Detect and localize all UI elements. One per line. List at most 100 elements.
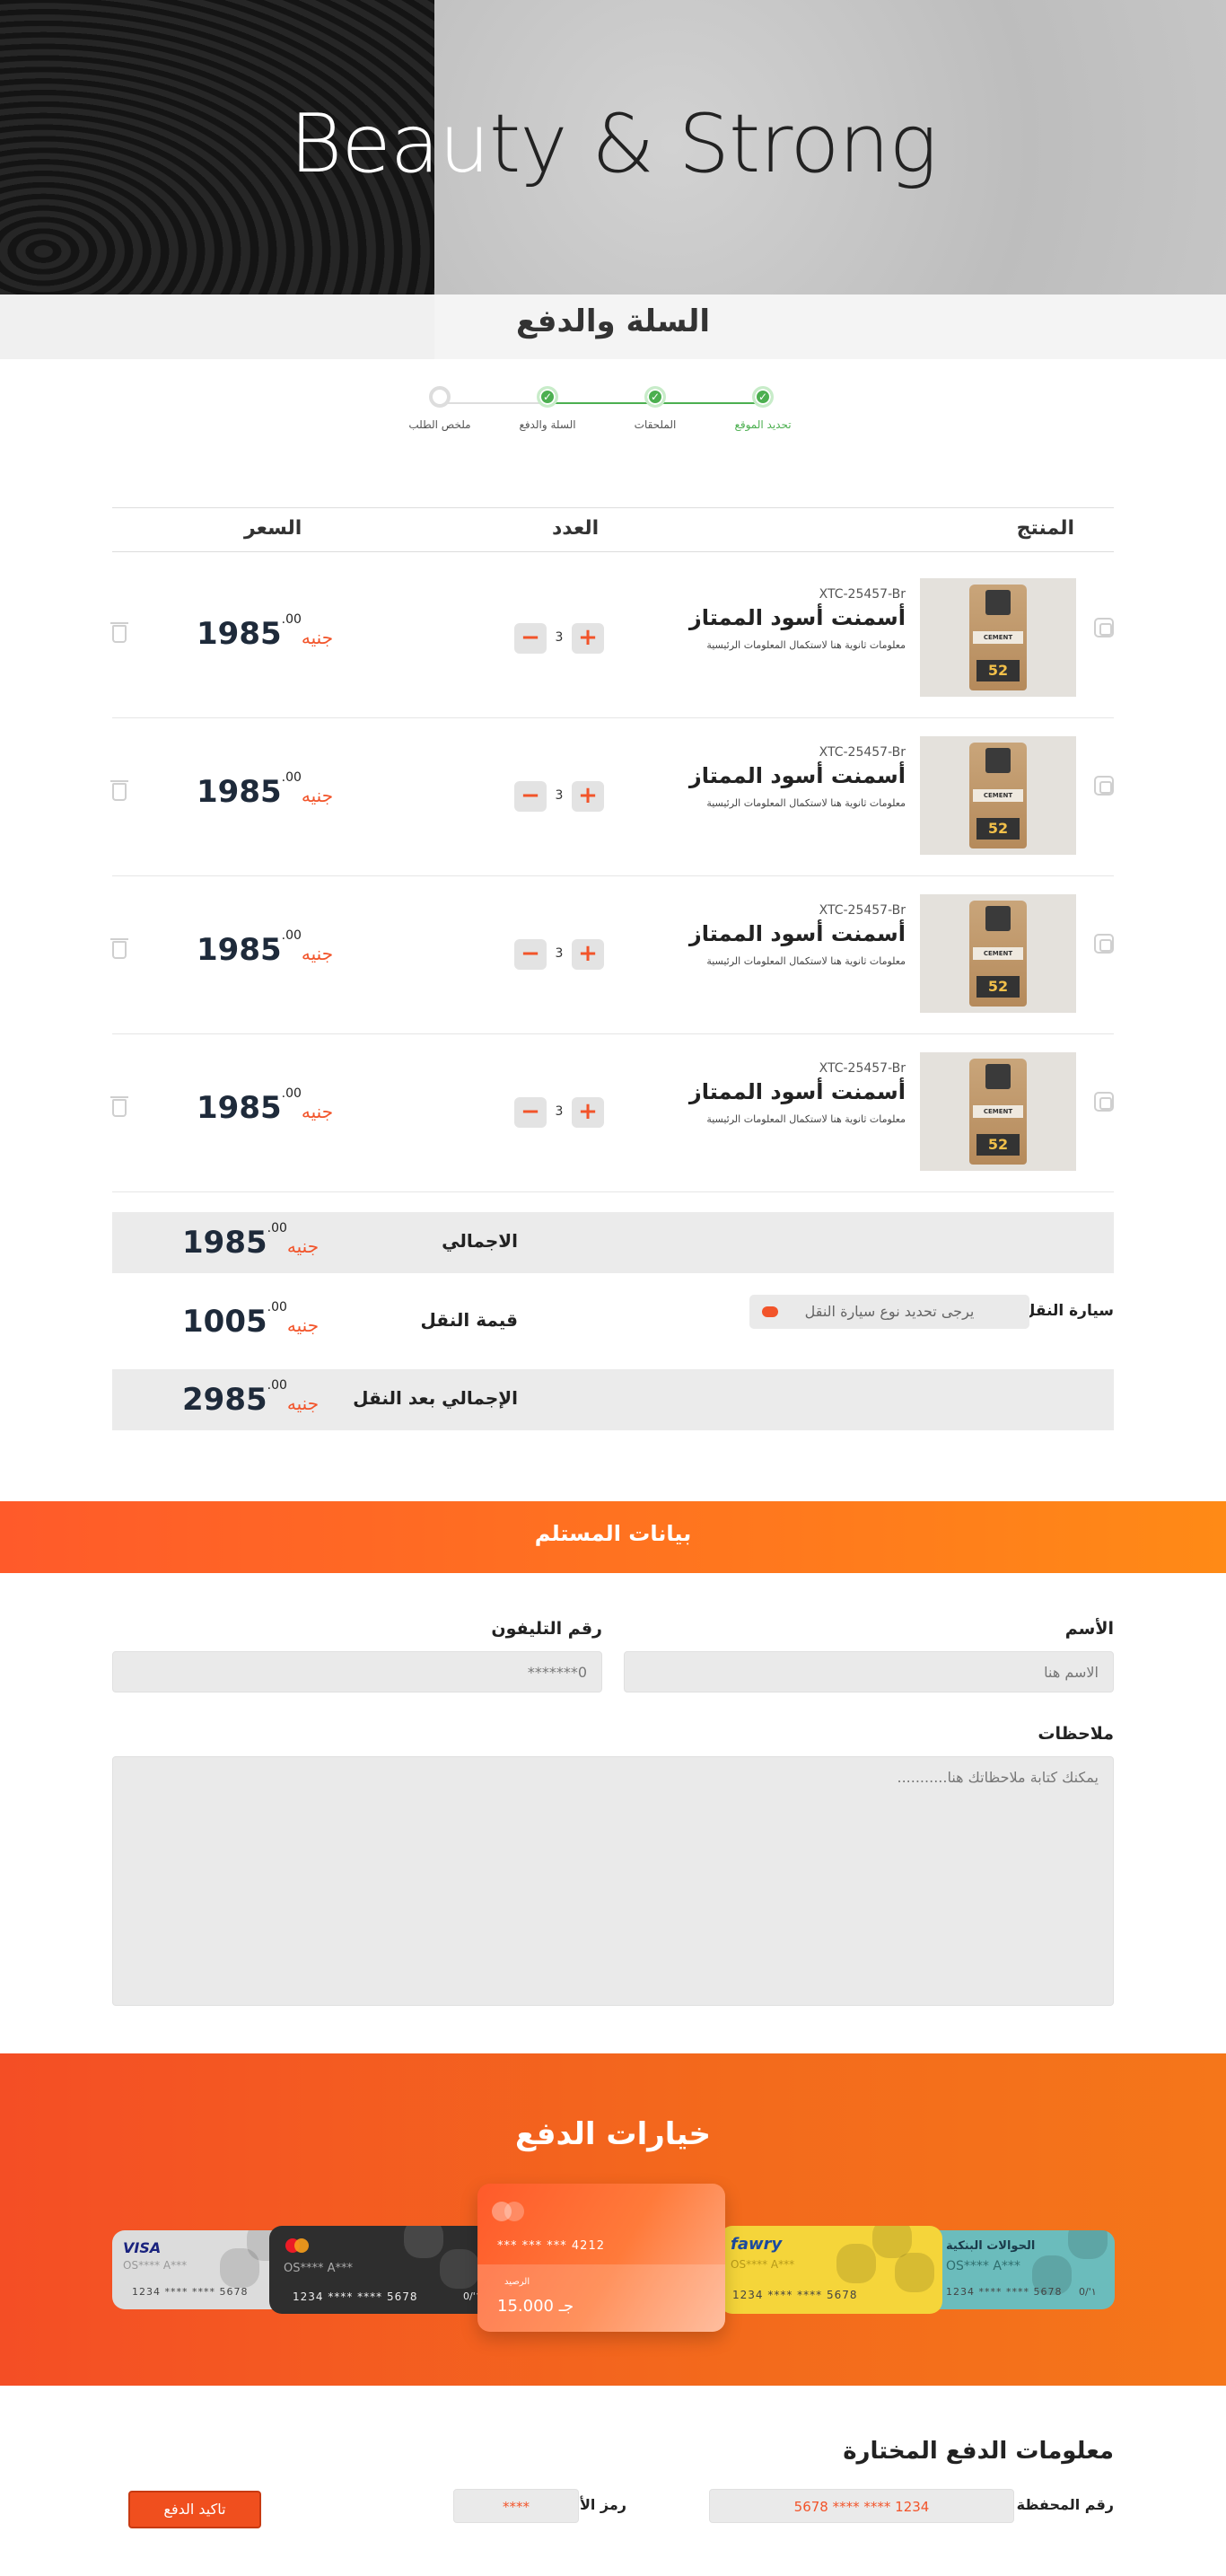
cement-bag-icon: CEMENT 52	[969, 901, 1027, 1007]
vehicle-label: سيارة النقل	[1021, 1302, 1114, 1320]
product-image: CEMENT 52	[920, 1052, 1076, 1171]
product-desc: معلومات ثانوية هنا لاستكمال المعلومات ال…	[706, 797, 906, 809]
cart-row: CEMENT 52 XTC-25457-Br أسمنت أسود الممتاز…	[110, 1034, 1114, 1192]
product-sku: XTC-25457-Br	[819, 745, 906, 760]
quantity-value: 3	[555, 788, 564, 803]
trash-icon[interactable]	[110, 938, 128, 959]
cart-row: CEMENT 52 XTC-25457-Br أسمنت أسود الممتاز…	[110, 718, 1114, 876]
row-checkbox[interactable]	[1094, 776, 1114, 796]
header-product: المنتج	[1016, 517, 1074, 540]
cement-bag-icon: CEMENT 52	[969, 585, 1027, 690]
step-summary[interactable]: ملخص الطلب	[386, 386, 494, 431]
card-expiry: 0/'١	[1079, 2286, 1097, 2298]
card-number: 1234 **** **** 5678	[132, 2286, 249, 2298]
trash-icon[interactable]	[110, 1096, 128, 1117]
increase-button[interactable]: +	[572, 781, 604, 812]
row-checkbox[interactable]	[1094, 1092, 1114, 1112]
shipping-price: جنيه1005.00	[182, 1300, 320, 1340]
increase-button[interactable]: +	[572, 939, 604, 970]
payment-info-title: معلومات الدفع المختارة	[843, 2438, 1114, 2465]
card-number: 1234 **** **** 5678	[732, 2289, 858, 2301]
cement-bag-icon: CEMENT 52	[969, 743, 1027, 848]
step-label: السلة والدفع	[519, 418, 576, 431]
quantity-value: 3	[555, 1104, 564, 1119]
decrease-button[interactable]: −	[514, 623, 547, 654]
step-location[interactable]: ✓ تحديد الموقع	[709, 386, 817, 431]
product-name[interactable]: أسمنت أسود الممتاز	[689, 763, 906, 788]
bank-brand: الحوالات البنكية	[946, 2239, 1036, 2253]
cart-table-header: المنتج العدد السعر	[112, 507, 1114, 552]
product-desc: معلومات ثانوية هنا لاستكمال المعلومات ال…	[706, 955, 906, 967]
recipient-header: بيانات المستلم	[0, 1501, 1226, 1573]
card-number: 1234 **** **** 5678	[293, 2290, 418, 2303]
product-desc: معلومات ثانوية هنا لاستكمال المعلومات ال…	[706, 1113, 906, 1125]
card-owner: OS**** A***	[123, 2259, 188, 2272]
product-sku: XTC-25457-Br	[819, 587, 906, 602]
decrease-button[interactable]: −	[514, 1097, 547, 1128]
product-name[interactable]: أسمنت أسود الممتاز	[689, 921, 906, 946]
check-icon: ✓	[537, 386, 558, 408]
recipient-title: بيانات المستلم	[534, 1521, 692, 1546]
product-name[interactable]: أسمنت أسود الممتاز	[689, 1079, 906, 1104]
decrease-button[interactable]: −	[514, 939, 547, 970]
quantity-value: 3	[555, 946, 564, 961]
quantity-stepper: − 3 +	[514, 939, 604, 970]
total-label: الاجمالي	[442, 1230, 518, 1252]
hero-banner: Beauty & Strong السلة والدفع	[0, 0, 1226, 359]
product-sku: XTC-25457-Br	[819, 903, 906, 918]
row-checkbox[interactable]	[1094, 934, 1114, 954]
card-number: *** *** *** 4212	[497, 2239, 605, 2253]
decrease-button[interactable]: −	[514, 781, 547, 812]
visa-logo: VISA	[123, 2239, 162, 2256]
mastercard-card[interactable]: OS**** A*** 1234 **** **** 5678 0/'١	[269, 2226, 495, 2314]
cvv-field[interactable]: ****	[453, 2489, 579, 2523]
name-input[interactable]: الاسم هنا	[624, 1651, 1114, 1692]
quantity-stepper: − 3 +	[514, 1097, 604, 1128]
vehicle-select[interactable]: يرجى تحديد نوع سيارة النقل	[749, 1295, 1029, 1329]
product-name[interactable]: أسمنت أسود الممتاز	[689, 605, 906, 630]
trash-icon[interactable]	[110, 780, 128, 801]
cart-row: CEMENT 52 XTC-25457-Br أسمنت أسود الممتاز…	[110, 876, 1114, 1034]
grand-total-price: جنيه2985.00	[182, 1378, 320, 1418]
phone-input[interactable]: 0*******	[112, 1651, 602, 1692]
increase-button[interactable]: +	[572, 623, 604, 654]
grand-total-label: الإجمالي بعد النقل	[353, 1387, 518, 1409]
check-icon: ✓	[752, 386, 774, 408]
product-desc: معلومات ثانوية هنا لاستكمال المعلومات ال…	[706, 639, 906, 651]
payment-options-section: خيارات الدفع الحوالات البنكية OS**** A**…	[0, 2053, 1226, 2386]
product-image: CEMENT 52	[920, 736, 1076, 855]
quantity-stepper: − 3 +	[514, 623, 604, 654]
wallet-number-field[interactable]: 5678 **** **** 1234	[709, 2489, 1014, 2523]
product-image: CEMENT 52	[920, 894, 1076, 1013]
selected-payment-card[interactable]: *** *** *** 4212 الرصيد 15.000 جـ	[477, 2184, 725, 2332]
row-checkbox[interactable]	[1094, 618, 1114, 637]
trash-icon[interactable]	[110, 622, 128, 643]
card-owner: OS**** A***	[946, 2259, 1020, 2273]
step-label: ملخص الطلب	[408, 418, 471, 431]
grand-total-row: الإجمالي بعد النقل جنيه2985.00	[112, 1369, 1114, 1430]
quantity-stepper: − 3 +	[514, 781, 604, 812]
shipping-label: قيمة النقل	[420, 1309, 518, 1331]
total-price: جنيه1985.00	[182, 1221, 320, 1261]
step-label: الملحقات	[634, 418, 677, 431]
header-qty: العدد	[552, 517, 600, 540]
fawry-card[interactable]: fawry OS**** A*** 1234 **** **** 5678	[720, 2226, 942, 2314]
item-price: جنيه1985.00	[197, 770, 334, 810]
confirm-payment-button[interactable]: تاكيد الدفع	[128, 2491, 261, 2528]
step-accessories[interactable]: ✓ الملحقات	[601, 386, 709, 431]
hero-title: Beauty & Strong	[289, 97, 937, 191]
product-image: CEMENT 52	[920, 578, 1076, 697]
card-owner: OS**** A***	[731, 2258, 795, 2271]
page-title: السلة والدفع	[515, 303, 711, 339]
header-price: السعر	[244, 517, 302, 540]
dropdown-toggle-icon	[762, 1306, 778, 1317]
wallet-label: رقم المحفظة	[1016, 2496, 1114, 2513]
product-sku: XTC-25457-Br	[819, 1061, 906, 1076]
increase-button[interactable]: +	[572, 1097, 604, 1128]
notes-textarea[interactable]: يمكنك كتابة ملاحظاتك هنا...........	[112, 1756, 1114, 2006]
item-price: جنيه1985.00	[197, 612, 334, 652]
total-row: الاجمالي جنيه1985.00	[112, 1212, 1114, 1273]
step-cart-payment[interactable]: ✓ السلة والدفع	[494, 386, 601, 431]
notes-label: ملاحظات	[1038, 1724, 1114, 1744]
balance-value: 15.000 جـ	[497, 2297, 574, 2316]
